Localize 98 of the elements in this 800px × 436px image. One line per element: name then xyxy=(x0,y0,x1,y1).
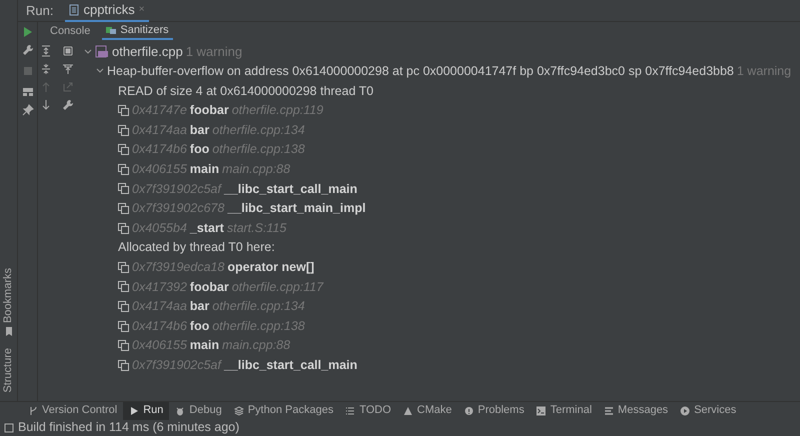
branch-icon[interactable] xyxy=(28,406,38,416)
copy-icon[interactable] xyxy=(118,164,129,175)
frame-address: 0x7f3919edca18 xyxy=(132,258,224,276)
layout-icon[interactable] xyxy=(22,86,34,98)
trace-heading: READ of size 4 at 0x614000000298 thread T0 xyxy=(118,82,374,100)
frame-function[interactable]: __libc_start_call_main xyxy=(224,180,358,198)
lines-icon[interactable] xyxy=(604,406,614,416)
frame-address: 0x41747e xyxy=(132,102,187,120)
status-icon[interactable] xyxy=(4,422,14,432)
info-icon[interactable] xyxy=(464,406,474,416)
close-icon[interactable]: × xyxy=(138,2,145,17)
side-tab[interactable]: Bookmarks xyxy=(0,268,17,324)
copy-icon[interactable] xyxy=(118,105,129,116)
filter-icon[interactable] xyxy=(62,63,74,75)
expanded-chevron-icon[interactable] xyxy=(96,67,104,76)
copy-icon[interactable] xyxy=(118,320,129,332)
frame-function[interactable]: bar xyxy=(190,297,210,316)
frame-function[interactable]: main xyxy=(190,160,220,179)
tab[interactable]: Sanitizers xyxy=(102,22,173,40)
frame-location[interactable]: otherfile.cpp:138 xyxy=(212,140,305,160)
frame-address: 0x4174b6 xyxy=(132,141,187,158)
warning-count: 1 warning xyxy=(736,63,792,80)
tool-window-button[interactable]: Run xyxy=(123,402,170,420)
sanitizer-icon[interactable] xyxy=(106,25,116,35)
list-icon[interactable] xyxy=(345,406,356,416)
frame-function[interactable]: __libc_start_main_impl xyxy=(227,199,366,218)
tool-window-button[interactable]: CMake xyxy=(397,402,458,420)
copy-icon[interactable] xyxy=(118,222,129,234)
warning-count: 1 warning xyxy=(186,43,242,62)
run-icon[interactable] xyxy=(22,26,34,38)
bug-icon[interactable] xyxy=(175,406,186,416)
wrench-icon[interactable] xyxy=(62,99,74,111)
frame-address: 0x7f391902c5af xyxy=(132,356,221,374)
play-icon[interactable] xyxy=(129,406,140,416)
frame-address: 0x4174b6 xyxy=(132,318,187,335)
frame-location[interactable]: main.cpp:88 xyxy=(222,336,290,356)
file-icon[interactable] xyxy=(69,4,80,16)
copy-icon[interactable] xyxy=(118,124,129,136)
pin-icon[interactable] xyxy=(22,104,34,116)
tool-window-button[interactable]: Services xyxy=(674,402,742,420)
frame-location[interactable]: otherfile.cpp:134 xyxy=(212,297,305,316)
tool-window-button[interactable]: Messages xyxy=(598,402,674,420)
play-circle-icon[interactable] xyxy=(680,406,690,416)
triangle-icon[interactable] xyxy=(403,406,414,416)
file-name[interactable]: otherfile.cpp xyxy=(112,42,183,62)
frame-function[interactable]: foobar xyxy=(190,278,229,296)
frame-location[interactable]: main.cpp:88 xyxy=(222,160,290,179)
copy-icon[interactable] xyxy=(118,281,129,292)
frame-address: 0x417392 xyxy=(132,278,187,296)
frame-location[interactable]: otherfile.cpp:119 xyxy=(232,101,324,120)
frame-address: 0x4174aa xyxy=(132,122,187,139)
terminal-icon[interactable] xyxy=(536,406,546,416)
expanded-chevron-icon[interactable] xyxy=(84,48,92,56)
frame-address: 0x7f391902c5af xyxy=(132,180,221,198)
tool-window-button[interactable]: Problems xyxy=(458,402,530,420)
wrench-icon[interactable] xyxy=(22,44,34,56)
down-arrow-icon[interactable] xyxy=(40,99,52,111)
frame-address: 0x4174aa xyxy=(132,298,187,316)
cpp-file-icon[interactable] xyxy=(95,45,109,58)
frame-location[interactable]: otherfile.cpp:138 xyxy=(212,316,305,336)
status-message: Build finished in 114 ms (6 minutes ago) xyxy=(18,419,240,436)
frame-location[interactable]: otherfile.cpp:117 xyxy=(232,278,324,296)
run-label: Run: xyxy=(26,2,54,20)
frame-address: 0x7f391902c678 xyxy=(132,200,224,218)
copy-icon[interactable] xyxy=(118,144,129,156)
run-tab[interactable]: cpptricks × xyxy=(65,0,149,22)
frame-location[interactable]: otherfile.cpp:134 xyxy=(212,120,305,140)
frame-function[interactable]: foobar xyxy=(190,101,229,120)
copy-icon[interactable] xyxy=(118,183,129,194)
frame-function[interactable]: main xyxy=(190,336,220,356)
bookmark-icon[interactable] xyxy=(4,327,12,336)
frame-function[interactable]: foo xyxy=(190,140,210,160)
collapse-all-icon[interactable] xyxy=(40,63,52,75)
copy-icon[interactable] xyxy=(118,262,129,273)
copy-icon[interactable] xyxy=(118,360,129,371)
expand-all-icon[interactable] xyxy=(40,45,52,57)
frame-address: 0x4055b4 xyxy=(132,220,187,237)
frame-address: 0x406155 xyxy=(132,337,187,354)
frame-location[interactable]: start.S:115 xyxy=(226,218,286,238)
frame-function[interactable]: _start xyxy=(190,218,224,238)
tool-window-button[interactable]: Debug xyxy=(169,402,228,420)
frame-function[interactable]: __libc_start_call_main xyxy=(224,356,358,375)
copy-icon[interactable] xyxy=(118,340,129,352)
error-title[interactable]: Heap-buffer-overflow on address 0x614000000298 at pc 0x00000041747f bp 0x7ffc94ed3bc0 sp 0x7ffc94ed3bb8 xyxy=(107,62,734,81)
tool-window-button[interactable]: TODO xyxy=(339,402,398,420)
frame-function[interactable]: bar xyxy=(190,120,210,140)
tool-window-button[interactable]: Python Packages xyxy=(228,402,340,420)
tab[interactable]: Console xyxy=(46,22,94,40)
copy-icon[interactable] xyxy=(118,301,129,312)
frame-function[interactable]: foo xyxy=(190,316,210,336)
tool-window-button[interactable]: Version Control xyxy=(22,402,124,420)
layers-icon[interactable] xyxy=(234,406,244,416)
copy-icon[interactable] xyxy=(118,203,129,214)
trace-heading: Allocated by thread T0 here: xyxy=(118,239,275,256)
tool-window-button[interactable]: Terminal xyxy=(530,402,598,420)
frame-address: 0x406155 xyxy=(132,160,187,178)
frame-function[interactable]: operator new[] xyxy=(227,258,314,277)
side-tab[interactable]: Structure xyxy=(0,348,17,393)
